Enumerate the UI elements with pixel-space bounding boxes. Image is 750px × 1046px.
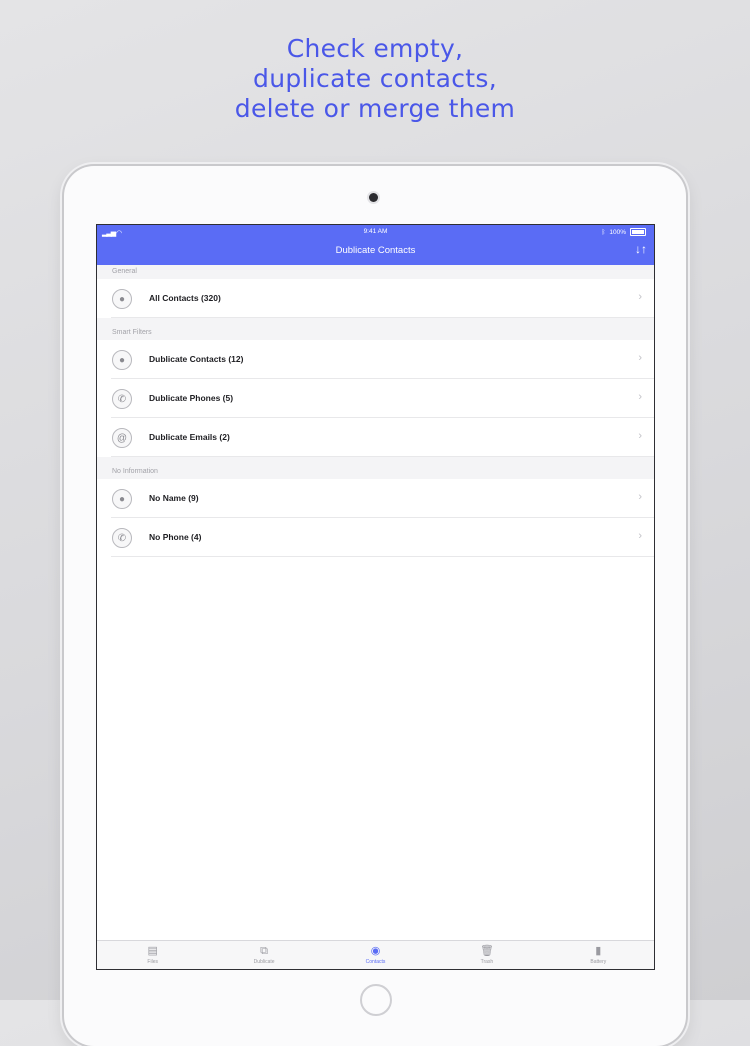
bluetooth-icon: ᛒ [601, 228, 606, 236]
section-header-no-information: No Information [97, 465, 654, 479]
sort-button[interactable]: ↓↑ [635, 242, 647, 256]
sort-arrows-icon: ↓↑ [635, 242, 647, 256]
contact-icon: ◉ [370, 945, 381, 957]
trash-icon: 🗑 [479, 945, 494, 957]
chevron-right-icon: › [638, 352, 642, 364]
section-gap [97, 318, 654, 326]
tab-label: Trash [480, 959, 494, 965]
row-label: Dublicate Emails (2) [149, 432, 230, 442]
row-no-phone[interactable]: ✆ No Phone (4) › [97, 518, 654, 557]
row-label: Dublicate Contacts (12) [149, 354, 244, 364]
section-gap [97, 457, 654, 465]
row-label: No Name (9) [149, 493, 199, 503]
headline-line-1: Check empty, [286, 34, 464, 63]
tab-trash[interactable]: 🗑 Trash [431, 941, 542, 969]
row-duplicate-contacts[interactable]: ● Dublicate Contacts (12) › [97, 340, 654, 379]
row-label: All Contacts (320) [149, 293, 221, 303]
row-all-contacts[interactable]: ● All Contacts (320) › [97, 279, 654, 318]
row-duplicate-emails[interactable]: @ Dublicate Emails (2) › [97, 418, 654, 457]
app-screen: ▂▃▅ ◠ 9:41 AM ᛒ 100% Dublicate Contacts … [96, 224, 655, 970]
section-header-general: General [97, 265, 654, 279]
headline-line-2: duplicate contacts, [253, 64, 497, 93]
tab-bar: ▤ Files ⧉ Dublicate ◉ Contacts 🗑 Trash ▮… [97, 940, 654, 969]
navigation-bar: ▂▃▅ ◠ 9:41 AM ᛒ 100% Dublicate Contacts … [97, 225, 654, 265]
chevron-right-icon: › [638, 291, 642, 303]
camera-icon [369, 193, 378, 202]
battery-icon: ▮ [595, 945, 602, 957]
home-button[interactable] [360, 984, 392, 1016]
tab-label: Battery [590, 959, 607, 965]
tab-label: Contacts [365, 959, 386, 965]
person-icon: ● [112, 289, 132, 309]
status-right: ᛒ 100% [601, 228, 646, 236]
tab-contacts[interactable]: ◉ Contacts [320, 941, 431, 969]
chevron-right-icon: › [638, 491, 642, 503]
tab-battery[interactable]: ▮ Battery [543, 941, 654, 969]
no-name-icon: ● [112, 489, 132, 509]
promo-headline: Check empty, duplicate contacts, delete … [0, 34, 750, 124]
no-phone-icon: ✆ [112, 528, 132, 548]
battery-percent: 100% [609, 228, 626, 236]
duplicate-icon: ⧉ [260, 945, 269, 957]
tab-label: Files [147, 959, 158, 965]
battery-level-icon [630, 228, 646, 236]
people-icon: ● [112, 350, 132, 370]
file-icon: ▤ [147, 945, 158, 957]
ipad-frame: ▂▃▅ ◠ 9:41 AM ᛒ 100% Dublicate Contacts … [64, 166, 686, 1046]
at-icon: @ [112, 428, 132, 448]
row-label: No Phone (4) [149, 532, 202, 542]
chevron-right-icon: › [638, 430, 642, 442]
chevron-right-icon: › [638, 391, 642, 403]
row-no-name[interactable]: ● No Name (9) › [97, 479, 654, 518]
headline-line-3: delete or merge them [234, 94, 516, 123]
filter-list: General ● All Contacts (320) › Smart Fil… [97, 265, 654, 557]
row-label: Dublicate Phones (5) [149, 393, 234, 403]
tab-label: Dublicate [253, 959, 275, 965]
chevron-right-icon: › [638, 530, 642, 542]
nav-title: Dublicate Contacts [335, 245, 416, 256]
section-header-smart-filters: Smart Filters [97, 326, 654, 340]
phone-icon: ✆ [112, 389, 132, 409]
tab-files[interactable]: ▤ Files [97, 941, 208, 969]
row-duplicate-phones[interactable]: ✆ Dublicate Phones (5) › [97, 379, 654, 418]
tab-dublicate[interactable]: ⧉ Dublicate [208, 941, 319, 969]
status-time: 9:41 AM [363, 228, 388, 235]
